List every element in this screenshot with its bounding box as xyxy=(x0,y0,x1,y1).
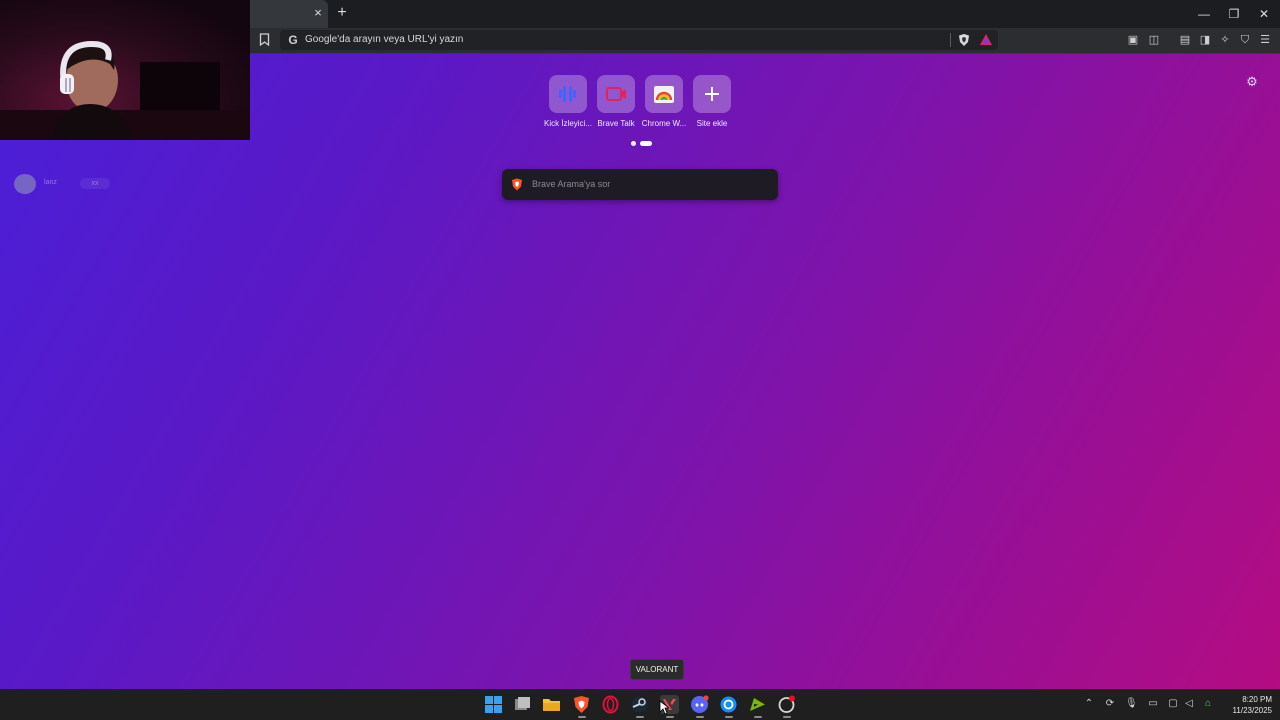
sidebar-icon[interactable]: ▤ xyxy=(1178,33,1192,47)
address-bar-placeholder[interactable]: Google'da arayın veya URL'yi yazın xyxy=(305,33,463,47)
brave-icon[interactable] xyxy=(572,695,591,714)
page-dot-2-active[interactable] xyxy=(640,141,652,146)
windows-start-icon[interactable] xyxy=(484,695,503,714)
chat-badge: xx xyxy=(80,178,110,189)
menu-icon[interactable]: ☰ xyxy=(1258,33,1272,47)
search-placeholder[interactable]: Brave Arama'ya sor xyxy=(532,179,610,189)
streamer-image xyxy=(0,40,250,140)
extension-icon[interactable]: ◫ xyxy=(1147,33,1161,47)
running-indicator xyxy=(754,716,762,718)
bookmark-icon[interactable] xyxy=(259,33,270,46)
page-dot-1[interactable] xyxy=(631,141,636,146)
address-bar[interactable]: G Google'da arayın veya URL'yi yazın xyxy=(280,30,998,50)
maximize-button[interactable]: ❐ xyxy=(1226,6,1242,22)
mouse-cursor-icon xyxy=(659,700,669,715)
chevron-up-icon[interactable]: ⌃ xyxy=(1083,698,1095,710)
volume-icon[interactable]: ◁ xyxy=(1183,698,1195,710)
chat-username: lanz xyxy=(44,179,57,186)
chat-widget: lanz xx xyxy=(14,174,110,194)
taskbar: ⌃ ⟳ 🎙︎ ▭ ▢ ◁ ⌂ 8:20 PM 11/23/2025 xyxy=(0,689,1280,720)
brave-talk-icon xyxy=(597,75,635,113)
minimize-button[interactable]: — xyxy=(1196,6,1212,22)
brave-shields-icon[interactable] xyxy=(958,33,970,47)
opera-gx-icon[interactable] xyxy=(601,695,620,714)
network-icon[interactable]: ▢ xyxy=(1167,698,1179,710)
clock-time: 8:20 PM xyxy=(1242,695,1272,704)
running-indicator xyxy=(696,716,704,718)
running-indicator xyxy=(725,716,733,718)
running-indicator xyxy=(783,716,791,718)
brave-rewards-icon[interactable] xyxy=(979,33,993,47)
add-site-button[interactable]: Site ekle xyxy=(682,75,742,133)
kick-viewer-icon xyxy=(549,75,587,113)
battlenet-icon[interactable] xyxy=(719,695,738,714)
google-icon: G xyxy=(288,33,298,47)
taskbar-tooltip: VALORANT xyxy=(630,659,684,680)
task-view-icon[interactable] xyxy=(513,695,532,714)
brave-logo-icon xyxy=(512,178,522,191)
webcam-overlay xyxy=(0,0,250,140)
running-indicator xyxy=(666,716,674,718)
game-controller-icon[interactable]: ⌂ xyxy=(1200,698,1216,710)
tab-close-icon[interactable]: × xyxy=(311,6,325,20)
running-indicator xyxy=(578,716,586,718)
reader-mode-icon[interactable]: ▣ xyxy=(1126,33,1140,47)
gear-icon[interactable]: ⚙ xyxy=(1245,75,1259,89)
address-bar-divider xyxy=(950,33,951,47)
notification-icon[interactable]: ▭ xyxy=(1147,698,1159,710)
file-explorer-icon[interactable] xyxy=(542,695,561,714)
brave-search-box[interactable]: Brave Arama'ya sor xyxy=(502,169,778,200)
clock-date: 11/23/2025 xyxy=(1232,706,1272,715)
steam-icon[interactable] xyxy=(630,695,649,714)
close-window-button[interactable]: ✕ xyxy=(1256,6,1272,22)
wallet-icon[interactable]: ◨ xyxy=(1198,33,1212,47)
plus-icon xyxy=(693,75,731,113)
running-indicator xyxy=(636,716,644,718)
nvidia-icon[interactable] xyxy=(748,695,767,714)
tile-label: Site ekle xyxy=(696,119,728,128)
avatar xyxy=(14,174,36,194)
leo-ai-icon[interactable]: ✧ xyxy=(1218,33,1232,47)
discord-icon[interactable] xyxy=(690,695,709,714)
sync-icon[interactable]: ⟳ xyxy=(1104,698,1116,710)
system-clock[interactable]: 8:20 PM 11/23/2025 xyxy=(1222,694,1272,716)
chrome-web-store-icon xyxy=(645,75,683,113)
overwolf-icon[interactable] xyxy=(777,695,796,714)
new-tab-page: ⚙ Kick İzleyici... Brave Talk Chrome W..… xyxy=(0,54,1280,689)
microphone-icon[interactable]: 🎙︎ xyxy=(1125,698,1138,710)
vpn-icon[interactable]: ⛉ xyxy=(1238,33,1252,47)
new-tab-button[interactable]: + xyxy=(334,5,350,21)
